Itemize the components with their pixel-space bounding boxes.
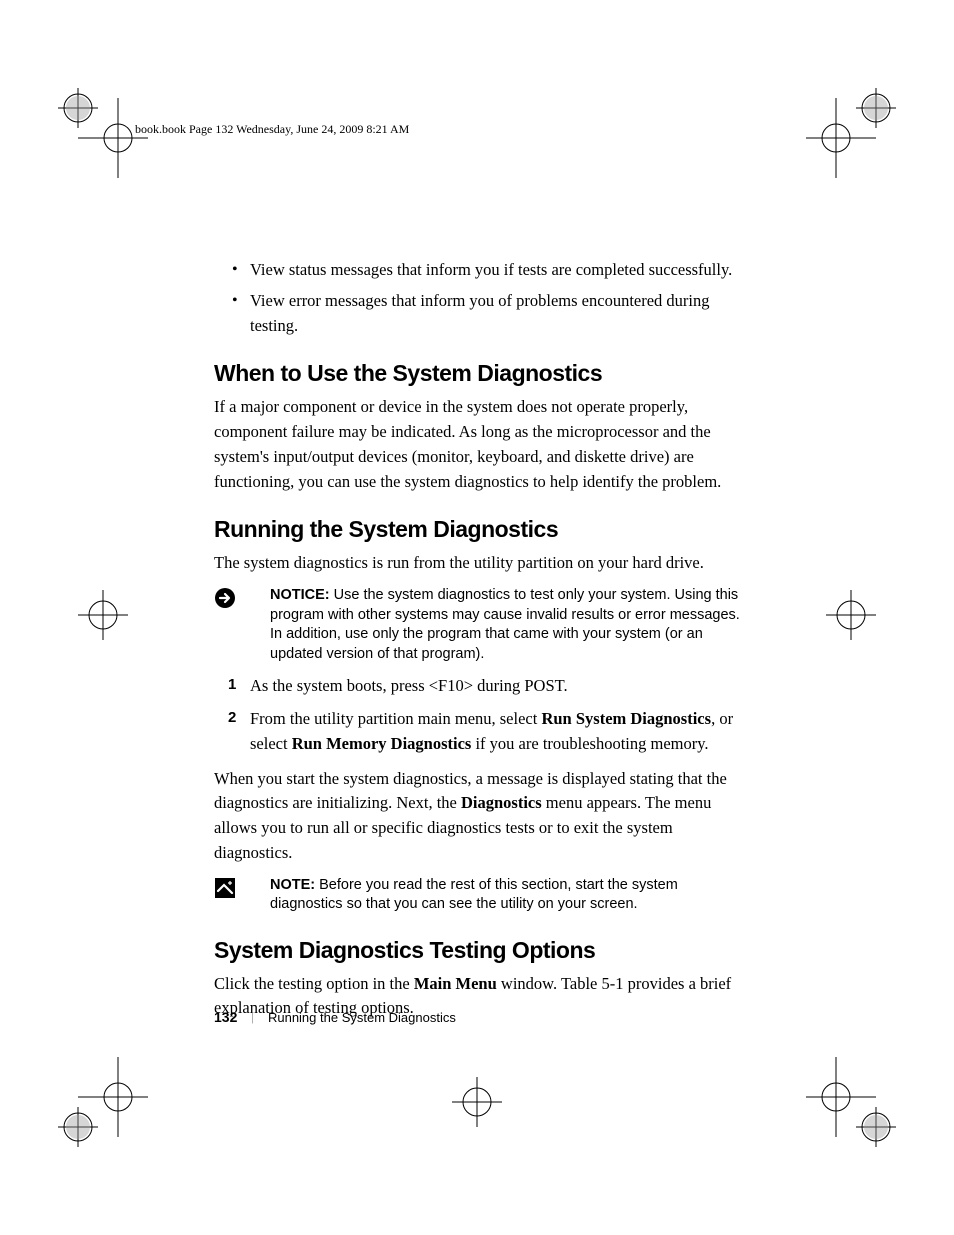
list-item: As the system boots, press <F10> during … (250, 674, 744, 699)
notice-text: NOTICE: Use the system diagnostics to te… (246, 586, 744, 664)
registration-mark-icon (58, 1057, 148, 1147)
page-footer: 132 | Running the System Diagnostics (214, 1009, 456, 1025)
note-text: NOTE: Before you read the rest of this s… (246, 876, 744, 915)
body-text: When you start the system diagnostics, a… (214, 767, 744, 866)
page-content: View status messages that inform you if … (214, 258, 744, 1031)
list-item: View error messages that inform you of p… (250, 289, 744, 339)
list-item: From the utility partition main menu, se… (250, 707, 744, 757)
registration-mark-icon (806, 1057, 896, 1147)
steps-list: As the system boots, press <F10> during … (214, 674, 744, 756)
heading-testing-options: System Diagnostics Testing Options (214, 937, 744, 964)
page-header-slug: book.book Page 132 Wednesday, June 24, 2… (135, 122, 824, 137)
body-text: The system diagnostics is run from the u… (214, 551, 744, 576)
registration-mark-icon (58, 570, 148, 660)
page-number: 132 (214, 1009, 237, 1025)
registration-mark-icon (58, 88, 148, 178)
registration-mark-icon (432, 1057, 522, 1147)
registration-mark-icon (806, 88, 896, 178)
note-callout: NOTE: Before you read the rest of this s… (214, 876, 744, 915)
notice-icon (214, 587, 236, 614)
registration-mark-icon (806, 570, 896, 660)
body-text: If a major component or device in the sy… (214, 395, 744, 494)
heading-running: Running the System Diagnostics (214, 516, 744, 543)
intro-bullet-list: View status messages that inform you if … (214, 258, 744, 338)
footer-divider: | (251, 1009, 254, 1025)
footer-section-name: Running the System Diagnostics (268, 1010, 456, 1025)
notice-callout: NOTICE: Use the system diagnostics to te… (214, 586, 744, 664)
heading-when-to-use: When to Use the System Diagnostics (214, 360, 744, 387)
list-item: View status messages that inform you if … (250, 258, 744, 283)
note-icon (214, 877, 236, 904)
